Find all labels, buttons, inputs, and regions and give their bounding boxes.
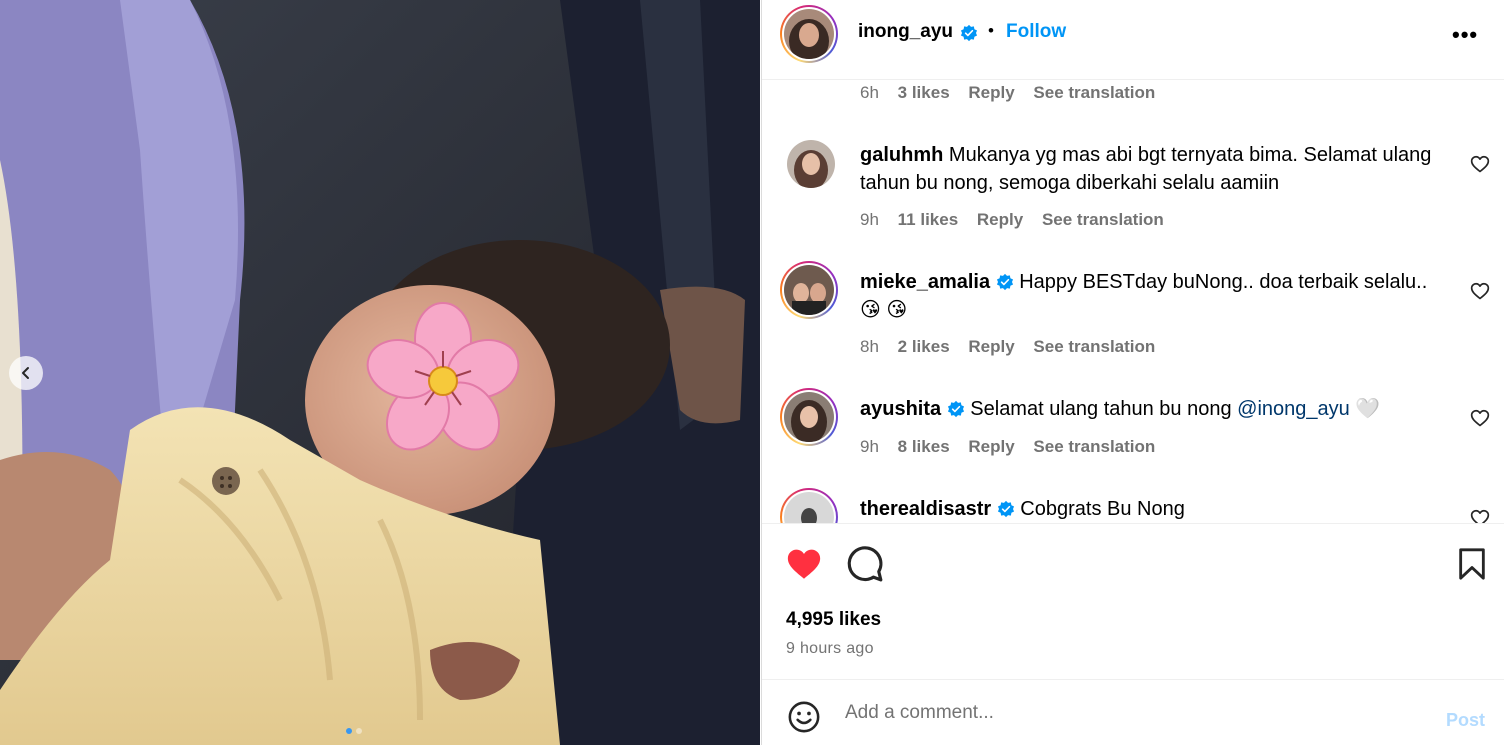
- reply-button[interactable]: Reply: [977, 210, 1023, 229]
- comments-list[interactable]: 6h 3 likes Reply See translation galuhmh…: [762, 80, 1504, 523]
- like-comment-icon[interactable]: [1470, 408, 1490, 428]
- verified-badge-icon: [947, 400, 964, 418]
- post-header: inong_ayu • Follow •••: [762, 0, 1504, 80]
- header-separator: •: [988, 21, 994, 40]
- carousel-indicator: [346, 728, 362, 734]
- comment-time: 8h: [860, 337, 879, 356]
- commenter-avatar-image: [784, 392, 834, 442]
- previous-image-button[interactable]: [9, 356, 43, 390]
- comment-body: mieke_amalia Happy BESTday buNong.. doa …: [860, 268, 1440, 324]
- see-translation-button[interactable]: See translation: [1033, 83, 1155, 102]
- comment-username[interactable]: ayushita: [860, 398, 941, 420]
- like-comment-icon[interactable]: [1470, 508, 1490, 523]
- see-translation-button[interactable]: See translation: [1033, 337, 1155, 356]
- commenter-avatar-image: [787, 140, 835, 188]
- white-heart-emoji-icon: 🤍: [1355, 398, 1381, 420]
- commenter-avatar[interactable]: [780, 261, 838, 319]
- author-username[interactable]: inong_ayu: [858, 21, 953, 43]
- add-comment-bar: Post: [762, 679, 1504, 745]
- comment-likes[interactable]: 8 likes: [898, 437, 950, 456]
- save-bookmark-icon[interactable]: [1455, 546, 1489, 582]
- post-actions: 4,995 likes 9 hours ago: [762, 523, 1504, 679]
- reply-button[interactable]: Reply: [968, 337, 1014, 356]
- see-translation-button[interactable]: See translation: [1042, 210, 1164, 229]
- like-comment-icon[interactable]: [1470, 281, 1490, 301]
- post-photo-illustration: [0, 0, 760, 745]
- post-image[interactable]: [0, 0, 760, 745]
- like-heart-filled-icon[interactable]: [784, 545, 824, 583]
- comment-body: ayushita Selamat ulang tahun bu nong @in…: [860, 395, 1440, 423]
- chevron-left-icon: [22, 367, 29, 379]
- author-avatar[interactable]: [780, 5, 838, 63]
- post-side-panel: inong_ayu • Follow ••• 6h 3 likes Reply …: [761, 0, 1504, 745]
- reply-button[interactable]: Reply: [968, 437, 1014, 456]
- commenter-avatar-image: [784, 265, 834, 315]
- comment-username[interactable]: therealdisastr: [860, 498, 991, 520]
- comment-username[interactable]: galuhmh: [860, 144, 943, 166]
- comment-meta: 6h 3 likes Reply See translation: [860, 83, 1169, 103]
- comment-time: 6h: [860, 83, 879, 102]
- verified-badge-icon: [960, 24, 978, 42]
- comment-likes[interactable]: 11 likes: [898, 210, 959, 229]
- see-translation-button[interactable]: See translation: [1033, 437, 1155, 456]
- comment-text: Cobgrats Bu Nong: [1020, 498, 1185, 520]
- carousel-dot-active: [346, 728, 352, 734]
- comment-body: therealdisastr Cobgrats Bu Nong: [860, 495, 1440, 523]
- comment-bubble-icon[interactable]: [846, 545, 884, 583]
- comment-mention[interactable]: @inong_ayu: [1237, 398, 1350, 420]
- commenter-avatar[interactable]: [780, 488, 838, 523]
- verified-badge-icon: [997, 500, 1014, 518]
- follow-button[interactable]: Follow: [1006, 21, 1066, 43]
- author-avatar-image: [784, 9, 834, 59]
- comment-text: Mukanya yg mas abi bgt ternyata bima. Se…: [860, 144, 1432, 194]
- post-likes-count[interactable]: 4,995 likes: [786, 609, 881, 631]
- comment-meta: 9h 8 likes Reply See translation: [860, 437, 1169, 457]
- comment-meta: 9h 11 likes Reply See translation: [860, 210, 1178, 230]
- comment-meta: 8h 2 likes Reply See translation: [860, 337, 1169, 357]
- commenter-avatar[interactable]: [787, 140, 835, 188]
- comment-input[interactable]: [845, 702, 1405, 724]
- emoji-picker-icon[interactable]: [787, 700, 821, 734]
- comment-time: 9h: [860, 210, 879, 229]
- like-comment-icon[interactable]: [1470, 154, 1490, 174]
- carousel-dot: [356, 728, 362, 734]
- post-comment-button[interactable]: Post: [1446, 710, 1485, 731]
- comment-text: Selamat ulang tahun bu nong: [970, 398, 1238, 420]
- verified-badge-icon: [996, 273, 1013, 291]
- reply-button[interactable]: Reply: [968, 83, 1014, 102]
- post-timestamp[interactable]: 9 hours ago: [786, 640, 874, 658]
- comment-likes[interactable]: 2 likes: [898, 337, 950, 356]
- comment-body: galuhmh Mukanya yg mas abi bgt ternyata …: [860, 141, 1440, 197]
- commenter-avatar[interactable]: [780, 388, 838, 446]
- more-options-icon[interactable]: •••: [1452, 22, 1478, 48]
- comment-time: 9h: [860, 437, 879, 456]
- comment-username[interactable]: mieke_amalia: [860, 271, 990, 293]
- comment-likes[interactable]: 3 likes: [898, 83, 950, 102]
